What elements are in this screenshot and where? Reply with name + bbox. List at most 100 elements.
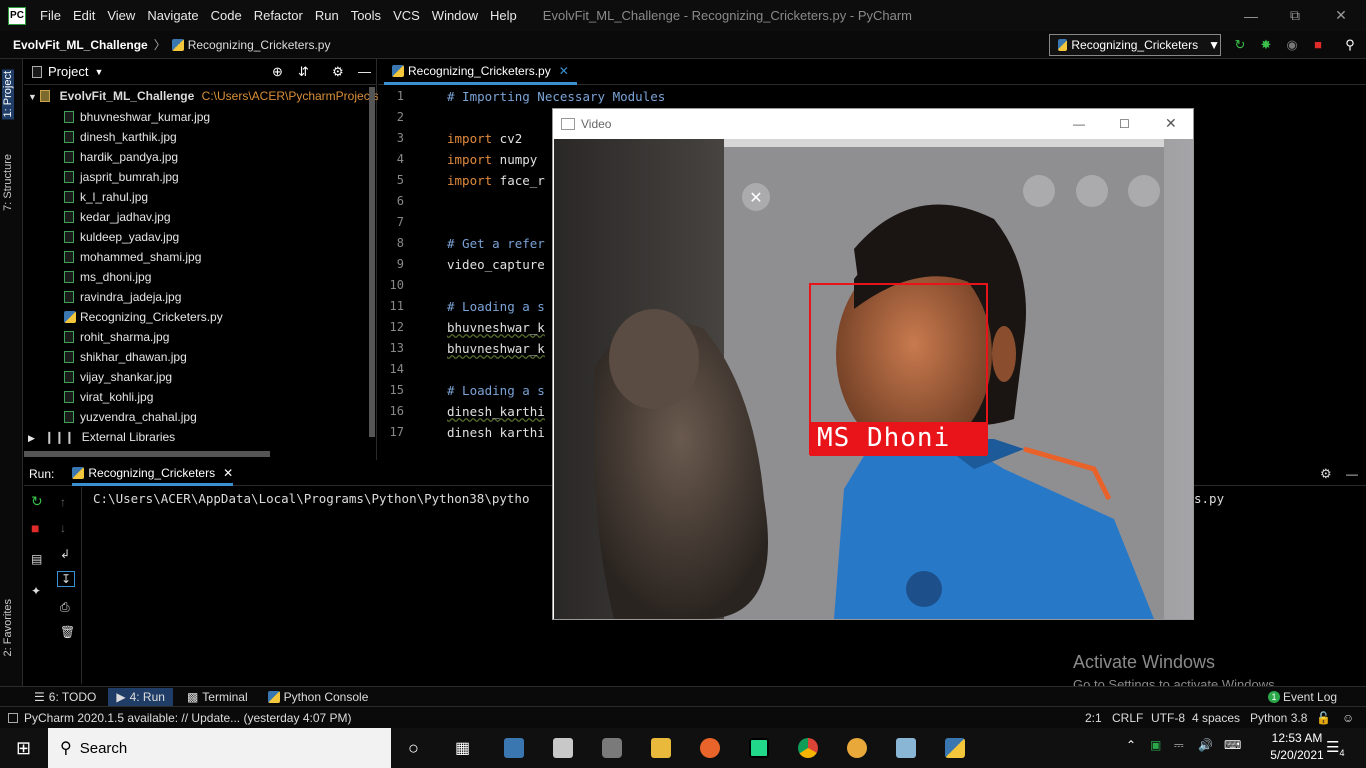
chrome-icon[interactable]	[798, 738, 818, 758]
python-interpreter[interactable]: Python 3.8	[1250, 711, 1307, 725]
camera-icon[interactable]	[602, 738, 622, 758]
tab-structure[interactable]: 7: Structure	[2, 154, 14, 211]
close-icon[interactable]: ✕	[1165, 115, 1177, 132]
editor-tab-active[interactable]: Recognizing_Cricketers.py ✕	[384, 59, 577, 85]
tree-item[interactable]: kedar_jadhav.jpg	[64, 210, 171, 224]
tree-item[interactable]: ms_dhoni.jpg	[64, 270, 151, 284]
stop-icon[interactable]: ■	[31, 520, 39, 536]
hide-icon[interactable]: —	[358, 64, 371, 79]
menu-vcs[interactable]: VCS	[387, 8, 426, 23]
tree-item[interactable]: dinesh_karthik.jpg	[64, 130, 177, 144]
tab-run[interactable]: ▶ 4: Run	[108, 687, 173, 706]
menu-navigate[interactable]: Navigate	[141, 8, 204, 23]
tree-item-external[interactable]: ▶ ❙❙❙ External Libraries	[28, 430, 175, 444]
lock-icon[interactable]: 🔓	[1316, 711, 1331, 725]
indent-setting[interactable]: 4 spaces	[1192, 711, 1240, 725]
close-tab-icon[interactable]: ✕	[223, 466, 233, 480]
debug-icon[interactable]: ✸	[1258, 37, 1274, 53]
menu-run[interactable]: Run	[309, 8, 345, 23]
tree-item[interactable]: virat_kohli.jpg	[64, 390, 153, 404]
search-everywhere-icon[interactable]: ⚲	[1342, 37, 1358, 53]
locate-icon[interactable]: ⊕	[272, 64, 283, 80]
vertical-scrollbar[interactable]	[369, 87, 375, 437]
pin-icon[interactable]: ✦	[31, 584, 41, 598]
stop-icon[interactable]: ■	[1310, 37, 1326, 53]
soft-wrap-icon[interactable]: ↲	[60, 547, 70, 561]
horizontal-scrollbar[interactable]	[24, 451, 270, 457]
tab-favorites[interactable]: 2: Favorites	[2, 599, 14, 656]
tree-item[interactable]: yuzvendra_chahal.jpg	[64, 410, 197, 424]
restore-icon[interactable]: ⧉	[1272, 0, 1318, 31]
status-toggle-icon[interactable]	[8, 712, 18, 723]
tree-item[interactable]: bhuvneshwar_kumar.jpg	[64, 110, 210, 124]
tab-terminal[interactable]: ▩ Terminal	[187, 690, 248, 704]
event-log[interactable]: 1 Event Log	[1268, 690, 1337, 704]
hide-icon[interactable]: —	[1346, 467, 1358, 481]
coverage-icon[interactable]: ◉	[1284, 37, 1300, 53]
breadcrumb-project[interactable]: EvolvFit_ML_Challenge	[13, 38, 148, 52]
tree-item[interactable]: mohammed_shami.jpg	[64, 250, 201, 264]
tree-item[interactable]: kuldeep_yadav.jpg	[64, 230, 179, 244]
chevron-up-icon[interactable]: ⌃	[1126, 738, 1136, 752]
status-message[interactable]: PyCharm 2020.1.5 available: // Update...…	[24, 711, 352, 725]
arrow-down-icon[interactable]: ↓	[60, 521, 66, 535]
layout-icon[interactable]: ▤	[31, 552, 42, 566]
tree-item[interactable]: k_l_rahul.jpg	[64, 190, 148, 204]
brave-icon[interactable]	[847, 738, 867, 758]
taskbar-search[interactable]: ⚲ Search	[48, 728, 391, 768]
menu-file[interactable]: File	[34, 8, 67, 23]
tree-item[interactable]: shikhar_dhawan.jpg	[64, 350, 187, 364]
gear-icon[interactable]: ⚙	[332, 64, 344, 80]
tree-item[interactable]: rohit_sharma.jpg	[64, 330, 169, 344]
tree-item[interactable]: hardik_pandya.jpg	[64, 150, 178, 164]
tree-item[interactable]: ravindra_jadeja.jpg	[64, 290, 181, 304]
task-view-icon[interactable]: ▦	[455, 738, 470, 758]
app-tray-icon[interactable]: ▣	[1150, 738, 1161, 752]
menu-window[interactable]: Window	[426, 8, 484, 23]
breadcrumb-file[interactable]: Recognizing_Cricketers.py	[171, 38, 330, 52]
tab-todo[interactable]: ☰ 6: TODO	[34, 690, 96, 704]
python-idle-icon[interactable]	[945, 738, 965, 758]
notepad-icon[interactable]	[896, 738, 916, 758]
menu-code[interactable]: Code	[205, 8, 248, 23]
pycharm-taskbar-icon[interactable]	[749, 738, 769, 758]
file-encoding[interactable]: UTF-8	[1151, 711, 1185, 725]
menu-edit[interactable]: Edit	[67, 8, 101, 23]
volume-icon[interactable]: 🔊	[1198, 738, 1213, 752]
tree-item[interactable]: jasprit_bumrah.jpg	[64, 170, 179, 184]
network-icon[interactable]: ⎓	[1174, 738, 1184, 753]
cortana-icon[interactable]: ○	[408, 738, 419, 759]
project-title[interactable]: Project	[48, 64, 88, 79]
tree-item[interactable]: vijay_shankar.jpg	[64, 370, 172, 384]
trash-icon[interactable]: 🗑	[60, 625, 75, 639]
gear-icon[interactable]: ⚙	[1320, 466, 1332, 482]
tab-python-console[interactable]: Python Console	[267, 690, 368, 704]
video-window[interactable]: Video — ☐ ✕ ✕ MS Dhoni	[552, 108, 1194, 620]
cursor-position[interactable]: 2:1	[1085, 711, 1102, 725]
close-tab-icon[interactable]: ✕	[559, 64, 569, 78]
store-icon[interactable]	[504, 738, 524, 758]
print-icon[interactable]: ⎙	[60, 600, 70, 615]
rerun-icon[interactable]: ↻	[31, 493, 43, 510]
keyboard-icon[interactable]: ⌨	[1224, 738, 1241, 752]
notifications-icon[interactable]: ☰4	[1326, 738, 1344, 758]
scroll-to-end-icon[interactable]: ↧	[57, 571, 76, 587]
file-explorer-icon[interactable]	[651, 738, 671, 758]
minimize-icon[interactable]: —	[1073, 117, 1085, 131]
minimize-icon[interactable]: —	[1228, 0, 1274, 31]
collapse-icon[interactable]: ⇵	[298, 64, 309, 80]
run-config-select[interactable]: Recognizing_Cricketers ▼	[1049, 34, 1221, 56]
line-separator[interactable]: CRLF	[1112, 711, 1143, 725]
tree-item[interactable]: Recognizing_Cricketers.py	[64, 310, 223, 324]
firefox-icon[interactable]	[700, 738, 720, 758]
close-icon[interactable]: ✕	[1318, 0, 1364, 31]
run-tab[interactable]: Recognizing_Cricketers ✕	[72, 463, 234, 486]
arrow-up-icon[interactable]: ↑	[60, 495, 66, 509]
menu-view[interactable]: View	[101, 8, 141, 23]
tree-root[interactable]: ▼ EvolvFit_ML_Challenge C:\Users\ACER\Py…	[28, 89, 382, 103]
menu-tools[interactable]: Tools	[345, 8, 387, 23]
chevron-down-icon[interactable]: ▼	[94, 67, 103, 77]
calculator-icon[interactable]	[553, 738, 573, 758]
maximize-icon[interactable]: ☐	[1119, 117, 1130, 131]
menu-refactor[interactable]: Refactor	[248, 8, 309, 23]
